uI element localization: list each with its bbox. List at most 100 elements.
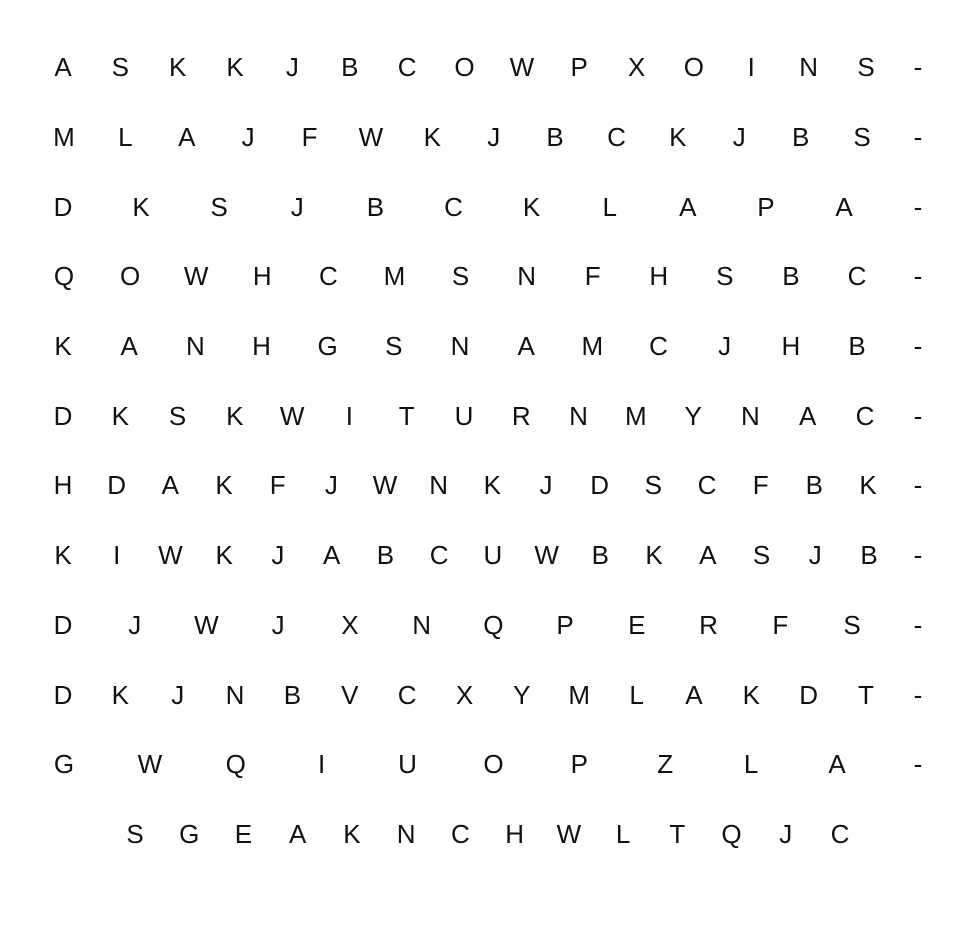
row-end-dash: - bbox=[913, 192, 923, 222]
grid-letter: Q bbox=[225, 749, 246, 779]
grid-letter: S bbox=[752, 540, 771, 570]
grid-letter: W bbox=[509, 52, 535, 82]
grid-letter: N bbox=[517, 261, 536, 291]
grid-letter: A bbox=[120, 331, 138, 361]
grid-letter: C bbox=[855, 401, 875, 431]
grid-letter: S bbox=[451, 261, 470, 291]
grid-letter: G bbox=[317, 331, 338, 361]
grid-letter: D bbox=[53, 680, 73, 710]
grid-letter: U bbox=[483, 540, 503, 570]
grid-letter: A bbox=[835, 192, 853, 222]
grid-letter: K bbox=[669, 122, 687, 152]
grid-letter: P bbox=[556, 610, 574, 640]
grid-letter: M bbox=[53, 122, 75, 152]
grid-letter: T bbox=[669, 819, 686, 849]
grid-letter: B bbox=[546, 122, 564, 152]
grid-letter: X bbox=[341, 610, 359, 640]
grid-letter: C bbox=[697, 470, 717, 500]
grid-letter: D bbox=[107, 470, 127, 500]
grid-letter: G bbox=[53, 749, 75, 779]
grid-letter: J bbox=[487, 122, 501, 152]
grid-letter: B bbox=[341, 52, 359, 82]
grid-letter: O bbox=[119, 261, 141, 291]
grid-letter: J bbox=[808, 540, 822, 570]
grid-letter: M bbox=[568, 680, 591, 710]
grid-letter: S bbox=[644, 470, 662, 500]
grid-letter: K bbox=[645, 540, 663, 570]
grid-row: KANHGSNAMCJHB- bbox=[0, 326, 976, 366]
grid-letter: R bbox=[511, 401, 531, 431]
grid-letter: T bbox=[858, 680, 874, 710]
grid-letter: B bbox=[848, 331, 866, 361]
row-end-dash: - bbox=[913, 470, 923, 500]
grid-row: DKSJBCKLAPA- bbox=[0, 187, 976, 227]
grid-letter: K bbox=[132, 192, 150, 222]
grid-letter: P bbox=[570, 749, 588, 779]
grid-letter: J bbox=[732, 122, 746, 152]
grid-letter: A bbox=[679, 192, 697, 222]
grid-letter: L bbox=[743, 749, 759, 779]
grid-letter: S bbox=[168, 401, 187, 431]
grid-letter: C bbox=[318, 261, 338, 291]
grid-letter: Q bbox=[721, 819, 742, 849]
grid-letter: N bbox=[412, 610, 432, 640]
grid-letter: S bbox=[210, 192, 228, 222]
grid-letter: Z bbox=[657, 749, 674, 779]
grid-letter: S bbox=[385, 331, 403, 361]
grid-letter: J bbox=[271, 610, 285, 640]
grid-row: SGEAKNCHWLTQJC bbox=[0, 814, 976, 854]
grid-letter: F bbox=[269, 470, 286, 500]
grid-letter: K bbox=[54, 540, 72, 570]
grid-letter: K bbox=[215, 540, 233, 570]
row-end-dash: - bbox=[913, 52, 923, 82]
grid-letter: N bbox=[225, 680, 245, 710]
grid-letter: N bbox=[569, 401, 588, 431]
grid-letter: K bbox=[215, 470, 233, 500]
grid-letter: C bbox=[397, 680, 417, 710]
grid-letter: X bbox=[627, 52, 646, 82]
grid-letter: W bbox=[194, 610, 219, 640]
grid-letter: B bbox=[782, 261, 800, 291]
grid-letter: D bbox=[53, 401, 73, 431]
grid-letter: X bbox=[455, 680, 474, 710]
row-end-dash: - bbox=[913, 749, 923, 779]
grid-letter: B bbox=[805, 470, 823, 500]
grid-letter: J bbox=[285, 52, 299, 82]
grid-letter: K bbox=[423, 122, 441, 152]
grid-letter: Y bbox=[513, 680, 531, 710]
grid-letter: W bbox=[556, 819, 582, 849]
row-end-dash: - bbox=[913, 680, 923, 710]
grid-letter: N bbox=[429, 470, 449, 500]
grid-letter: C bbox=[607, 122, 626, 152]
grid-letter: V bbox=[341, 680, 359, 710]
grid-letter: J bbox=[539, 470, 553, 500]
grid-letter: W bbox=[372, 470, 398, 500]
grid-letter: O bbox=[683, 52, 705, 82]
grid-letter: M bbox=[581, 331, 604, 361]
grid-letter: A bbox=[517, 331, 535, 361]
grid-letter: H bbox=[781, 331, 801, 361]
grid-letter: E bbox=[628, 610, 646, 640]
grid-letter: C bbox=[397, 52, 417, 82]
grid-letter: J bbox=[290, 192, 304, 222]
grid-letter: B bbox=[376, 540, 395, 570]
grid-row: GWQIUOPZLA- bbox=[0, 744, 976, 784]
grid-letter: K bbox=[226, 52, 244, 82]
grid-letter: B bbox=[366, 192, 385, 222]
grid-letter: F bbox=[584, 261, 601, 291]
grid-row: DKJNBVCXYMLAKDT- bbox=[0, 675, 976, 715]
grid-letter: C bbox=[444, 192, 463, 222]
grid-letter: A bbox=[799, 401, 817, 431]
grid-letter: K bbox=[522, 192, 541, 222]
grid-letter: N bbox=[799, 52, 819, 82]
grid-letter: K bbox=[483, 470, 501, 500]
grid-letter: C bbox=[649, 331, 668, 361]
grid-letter: C bbox=[847, 261, 867, 291]
row-end-dash: - bbox=[913, 610, 923, 640]
grid-letter: L bbox=[615, 819, 631, 849]
grid-letter: S bbox=[126, 819, 144, 849]
grid-letter: P bbox=[757, 192, 775, 222]
grid-letter: I bbox=[318, 749, 326, 779]
grid-letter: S bbox=[716, 261, 734, 291]
grid-letter: J bbox=[128, 610, 142, 640]
